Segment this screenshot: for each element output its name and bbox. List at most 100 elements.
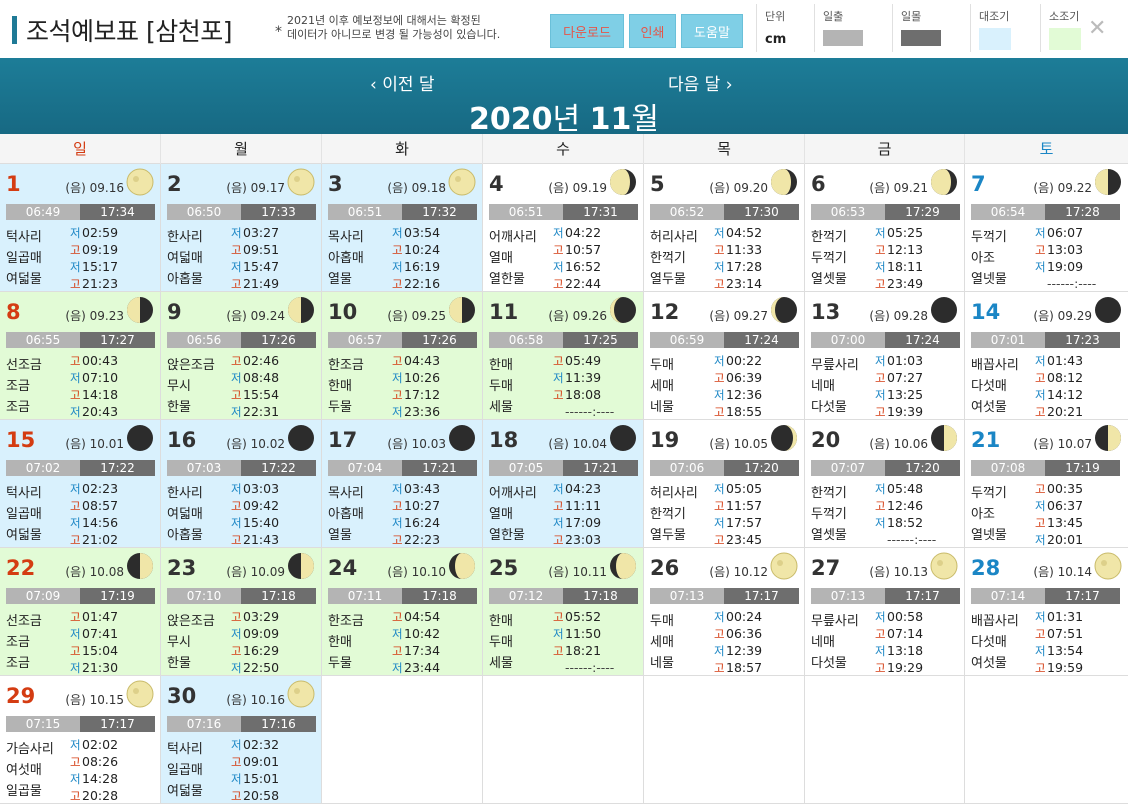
day-number: 14: [971, 300, 1001, 324]
lunar-date: (음) 09.17: [226, 181, 285, 195]
high-tide-mark: 고: [714, 533, 725, 547]
tide-time: 08:12: [1047, 370, 1084, 385]
high-tide-mark: 고: [1035, 405, 1046, 419]
lunar-date: (음) 09.24: [226, 309, 285, 323]
tide-list: 고01:47(183)저07:41(102)고15:04(222)저21:30(…: [70, 608, 156, 675]
tide-name-1: 앉은조금: [167, 358, 215, 373]
tide-level: (264): [1121, 625, 1128, 642]
tide-entry: 저11:39(78): [553, 369, 639, 386]
tide-time: 05:49: [565, 353, 602, 368]
tide-entry: 저03:54(30): [392, 224, 478, 241]
tide-list: 저04:22(40)고10:57(290)저16:52(70)고22:44(24…: [553, 224, 639, 291]
calendar-grid: 1(음) 09.1606:4917:34턱사리일곱매여덟물저02:59(27)고…: [0, 164, 1128, 809]
tide-time: 12:39: [726, 643, 763, 658]
sunset-time: 17:17: [1045, 588, 1120, 604]
sun-times-bar: 07:13 17:17: [811, 588, 960, 604]
tide-list: 저00:24(71)고06:36(227)저12:39(87)고18:57(22…: [714, 608, 800, 675]
tide-entry: 저15:47(50): [231, 258, 317, 275]
tide-list: 저00:58(55)고07:14(246)저13:18(74)고19:29(23…: [875, 608, 961, 675]
tide-name-1: 한조금: [328, 614, 364, 629]
tide-time: 02:59: [82, 225, 119, 240]
high-tide-mark: 고: [875, 627, 886, 641]
lunar-date: (음) 10.13: [869, 565, 928, 579]
tide-entry: 저12:39(87): [714, 642, 800, 659]
tide-name-2: 세매: [650, 379, 674, 394]
spring-tide-label: 대조기: [979, 10, 1010, 23]
tide-entry: 저05:05(29): [714, 480, 800, 497]
moon-phase-icon: [771, 169, 797, 195]
prev-month-link[interactable]: ‹ 이전 달: [370, 70, 435, 95]
tide-time: 09:19: [82, 242, 119, 257]
tide-list: 고05:49(223)저11:39(78)고18:08(263)------:-…: [553, 352, 639, 419]
tide-entry: 저17:09(51): [553, 514, 639, 531]
tide-name-1: 한사리: [167, 230, 203, 245]
tide-list: 저01:03(32)고07:27(288)저13:25(32)고19:39(29…: [875, 352, 961, 419]
tide-time: 03:43: [404, 481, 441, 496]
low-tide-mark: 저: [70, 627, 81, 641]
tide-name-2: 일곱매: [6, 507, 42, 522]
print-button[interactable]: 인쇄: [629, 14, 676, 48]
tide-name-1: 한매: [489, 614, 513, 629]
low-tide-mark: 저: [392, 627, 403, 641]
tide-entry: 고23:49(206): [875, 275, 961, 291]
tide-time: 19:39: [887, 404, 924, 419]
sunset-time: 17:16: [241, 716, 316, 732]
tide-name-2: 일곱매: [167, 763, 203, 778]
tide-time: 15:04: [82, 643, 119, 658]
tide-name-1: 목사리: [328, 486, 364, 501]
help-button[interactable]: 도움말: [681, 14, 743, 48]
moon-phase-icon: [288, 553, 314, 579]
tide-entry: 고18:55(280): [714, 403, 800, 419]
tide-entry: 저06:37(81): [1035, 497, 1121, 514]
tide-entry: 저13:54(63): [1035, 642, 1121, 659]
calendar-day-cell: 1(음) 09.1606:4917:34턱사리일곱매여덟물저02:59(27)고…: [0, 164, 161, 292]
tide-name-3: 여섯물: [971, 400, 1007, 415]
tide-time: 21:43: [243, 532, 280, 547]
tide-entry: 고07:51(264): [1035, 625, 1121, 642]
moon-phase-icon: [610, 425, 636, 451]
low-tide-mark: 저: [714, 226, 725, 240]
tide-name-2: 두꺽기: [811, 251, 847, 266]
high-tide-mark: 고: [553, 533, 564, 547]
tide-entry: 저20:01(111): [1035, 531, 1121, 547]
high-tide-mark: 고: [714, 243, 725, 257]
sunset-time: 17:18: [402, 588, 477, 604]
high-tide-mark: 고: [231, 644, 242, 658]
sunset-time: 17:19: [80, 588, 155, 604]
low-tide-mark: 저: [231, 627, 242, 641]
high-tide-mark: 고: [70, 610, 81, 624]
calendar-day-cell: 5 (음) 09.20 06:5217:30 허리사리한꺽기열두물 저04:52(53)…: [644, 164, 805, 292]
sunset-time: 17:17: [724, 588, 799, 604]
tide-name-3: 여덟물: [167, 784, 203, 799]
close-icon[interactable]: ✕: [1088, 18, 1106, 40]
tide-time: 20:43: [82, 404, 119, 419]
download-button[interactable]: 다운로드: [550, 14, 624, 48]
next-month-link[interactable]: 다음 달 ›: [668, 70, 733, 95]
low-tide-mark: 저: [231, 405, 242, 419]
tide-list: 저02:23(-8)고08:57(333)저14:56(12)고21:02(29…: [70, 480, 156, 547]
sun-times-bar: 06:49 17:34: [6, 204, 155, 220]
sun-times-bar: 07:15 17:17: [6, 716, 155, 732]
high-tide-mark: 고: [553, 354, 564, 368]
day-number: 29: [6, 684, 36, 708]
tide-name-1: 두매: [650, 358, 674, 373]
calendar-day-cell: 14(음) 09.2907:0117:23배꼽사리다섯매여섯물저01:43(8)…: [965, 292, 1128, 420]
tide-time: 10:26: [404, 370, 441, 385]
tide-time: 10:27: [404, 498, 441, 513]
tide-entry: 저16:52(70): [553, 258, 639, 275]
sunset-time: 17:21: [402, 460, 477, 476]
calendar-day-cell: 13 (음) 09.28 07:0017:24 무릎사리네매다섯물 저01:03(32)…: [805, 292, 965, 420]
tide-list: 저04:23(7)고11:11(319)저17:09(51)고23:03(251…: [553, 480, 639, 547]
low-tide-mark: 저: [392, 661, 403, 675]
tide-time: 22:23: [404, 532, 441, 547]
tide-entry: 고21:43(290): [231, 531, 317, 547]
high-tide-mark: 고: [392, 533, 403, 547]
low-tide-mark: 저: [714, 516, 725, 530]
calendar-day-cell: 16 (음) 10.02 07:0317:22 한사리여덟매아홉물 저03:03(-14…: [161, 420, 322, 548]
tide-time: 19:59: [1047, 660, 1084, 675]
sunset-time: 17:17: [80, 716, 155, 732]
tide-name-2: 아홉매: [328, 507, 364, 522]
high-tide-mark: 고: [714, 627, 725, 641]
tide-time: 14:12: [1047, 387, 1084, 402]
tide-entry: 저01:03(32): [875, 352, 961, 369]
